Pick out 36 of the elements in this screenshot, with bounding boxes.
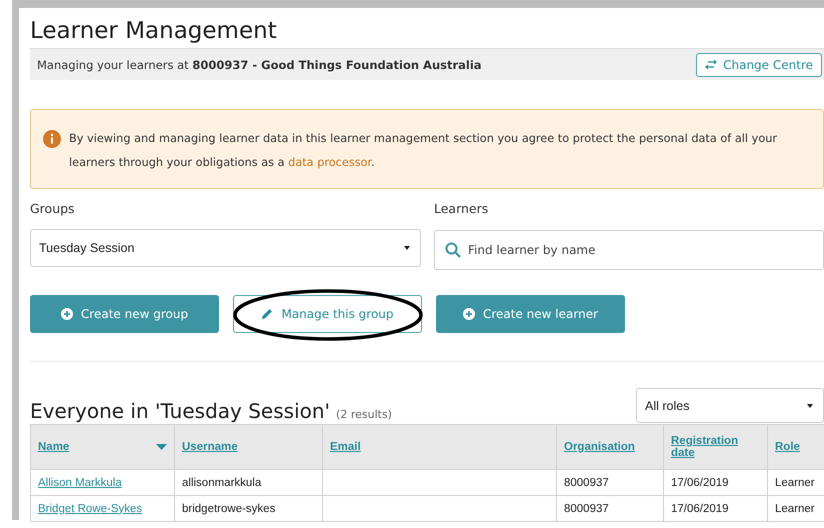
sort-link[interactable]: Role <box>775 441 800 453</box>
data-processor-link[interactable]: data processor <box>288 156 372 169</box>
sort-link[interactable]: Email <box>330 441 361 453</box>
table-cell: 17/06/2019 <box>664 496 768 522</box>
sort-link[interactable]: Username <box>182 441 238 453</box>
learner-name-link[interactable]: Bridget Rowe-Sykes <box>38 502 142 514</box>
result-count: (2 results) <box>336 408 392 421</box>
info-icon <box>43 130 61 148</box>
list-title: Everyone in 'Tuesday Session' <box>30 399 330 423</box>
centre-text: Managing your learners at 8000937 - Good Things Foundation Australia <box>37 58 482 72</box>
table-cell: 8000937 <box>556 470 664 496</box>
sort-link[interactable]: Registration date <box>671 435 760 459</box>
sort-link[interactable]: Organisation <box>564 441 635 453</box>
learner-name-link[interactable]: Allison Markkula <box>38 476 122 488</box>
action-button[interactable]: Manage this group <box>233 295 422 333</box>
table-cell: 8000937 <box>556 496 664 522</box>
action-button[interactable]: Create new learner <box>436 295 625 333</box>
change-centre-button[interactable]: Change Centre <box>696 52 822 76</box>
plus-circle-icon <box>462 308 475 320</box>
dropdown-caret-icon <box>807 404 813 408</box>
group-select[interactable]: Tuesday Session <box>30 229 421 267</box>
learner-search-field[interactable]: Find learner by name <box>434 230 824 270</box>
plus-circle-icon <box>60 308 73 320</box>
dropdown-caret-icon <box>404 246 410 250</box>
page-title: Learner Management <box>30 17 278 46</box>
notice-text: By viewing and managing learner data in this learner management section you agree to protect the personal data of all your learners through your obligations as a data processor. <box>69 131 778 171</box>
sort-link[interactable]: Name <box>38 441 70 453</box>
action-button[interactable]: Create new group <box>30 295 219 333</box>
pencil-icon <box>261 308 274 320</box>
learners-label: Learners <box>434 201 490 218</box>
table-cell: 17/06/2019 <box>664 470 768 496</box>
table-cell: allisonmarkkula <box>174 470 322 496</box>
role-filter-select[interactable]: All roles <box>636 388 824 423</box>
swap-arrows-icon <box>705 60 718 69</box>
groups-label: Groups <box>30 201 76 218</box>
table-cell: bridgetrowe-sykes <box>174 496 322 522</box>
